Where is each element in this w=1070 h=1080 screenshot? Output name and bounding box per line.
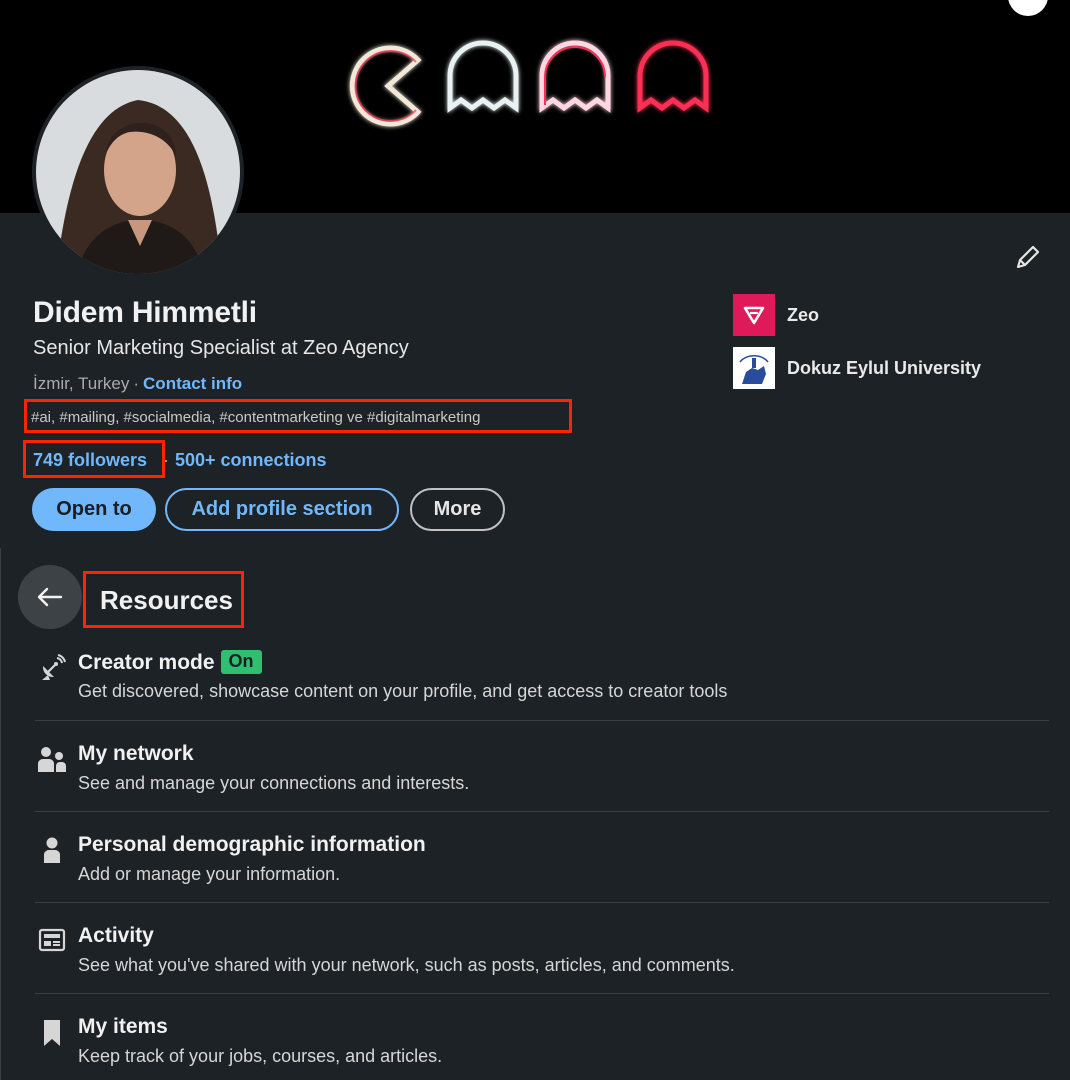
- connections-link[interactable]: 500+ connections: [175, 450, 327, 471]
- org-item-university[interactable]: Dokuz Eylul University: [733, 347, 981, 389]
- separator-dot: ·: [133, 374, 140, 393]
- divider: [35, 720, 1049, 721]
- resource-item-description: Get discovered, showcase content on your…: [78, 681, 728, 701]
- profile-headline: Senior Marketing Specialist at Zeo Agenc…: [33, 337, 409, 359]
- resource-item-title: Activity: [78, 924, 154, 947]
- status-badge-on: On: [220, 650, 262, 674]
- followers-link[interactable]: 749 followers: [33, 450, 147, 471]
- profile-name: Didem Himmetli: [33, 296, 257, 329]
- location-text: İzmir, Turkey: [33, 374, 130, 393]
- org-name: Zeo: [787, 304, 820, 325]
- resource-item-description: Keep track of your jobs, courses, and ar…: [78, 1046, 443, 1066]
- resource-item-description: See and manage your connections and inte…: [78, 773, 470, 793]
- org-item-zeo[interactable]: Zeo: [733, 294, 819, 336]
- resource-item-description: See what you've shared with your network…: [78, 955, 735, 975]
- back-button[interactable]: [18, 565, 82, 629]
- separator-dot: ·: [163, 450, 169, 470]
- add-profile-section-button[interactable]: Add profile section: [165, 488, 399, 531]
- resource-item-description: Add or manage your information.: [78, 864, 341, 884]
- satellite-dish-icon: [35, 654, 69, 688]
- hashtags-text: #ai, #mailing, #socialmedia, #contentmar…: [31, 409, 481, 426]
- contact-info-link[interactable]: Contact info: [143, 374, 242, 393]
- resource-item-title: My items: [78, 1015, 168, 1038]
- resources-title: Resources: [100, 585, 233, 615]
- arrow-left-icon: [37, 587, 63, 607]
- resource-item-title: Personal demographic information: [78, 833, 426, 856]
- hashtags-highlight: #ai, #mailing, #socialmedia, #contentmar…: [24, 399, 572, 433]
- org-name: Dokuz Eylul University: [787, 357, 982, 378]
- resource-item-title: My network: [78, 742, 194, 765]
- avatar[interactable]: [32, 66, 244, 278]
- more-button[interactable]: More: [410, 488, 505, 531]
- person-icon: [35, 837, 69, 871]
- edit-profile-pencil-icon[interactable]: [1010, 241, 1044, 275]
- resource-item-title: Creator mode On: [78, 650, 262, 675]
- people-icon: [35, 746, 69, 780]
- profile-photo: [36, 70, 240, 274]
- divider: [35, 811, 1049, 812]
- creator-mode-label: Creator mode: [78, 651, 215, 674]
- profile-location-line: İzmir, Turkey · Contact info: [33, 374, 242, 394]
- divider: [35, 993, 1049, 994]
- university-logo-icon: [733, 347, 775, 389]
- open-to-button[interactable]: Open to: [32, 488, 156, 531]
- newspaper-icon: [35, 928, 69, 962]
- zeo-logo-icon: [733, 294, 775, 336]
- bookmark-icon: [35, 1019, 69, 1053]
- divider: [35, 902, 1049, 903]
